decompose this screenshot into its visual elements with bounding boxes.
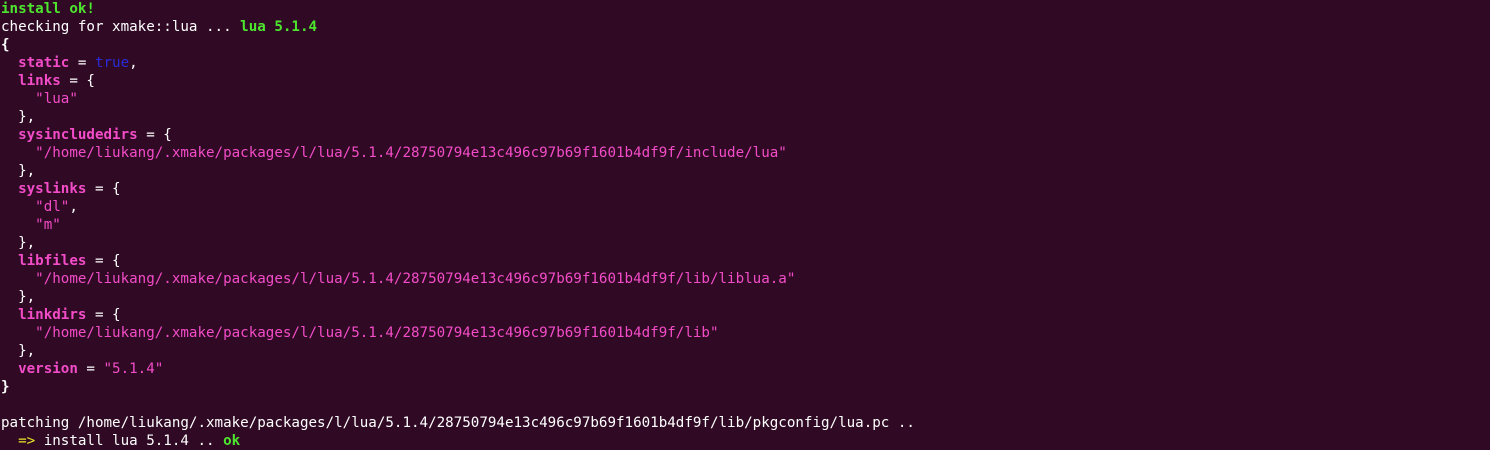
terminal-text-segment: }, <box>1 163 36 179</box>
terminal-text-segment: libfiles <box>18 253 87 269</box>
terminal-text-segment: checking for xmake::lua ... <box>1 19 241 35</box>
terminal-text-segment: = { <box>86 253 121 269</box>
terminal-line-linkdirs-path: "/home/liukang/.xmake/packages/l/lua/5.1… <box>1 324 1490 342</box>
terminal-text-segment: "5.1.4" <box>103 361 164 377</box>
terminal-line-libfiles-path: "/home/liukang/.xmake/packages/l/lua/5.1… <box>1 270 1490 288</box>
terminal-line-sysincludedirs: sysincludedirs = { <box>1 126 1490 144</box>
terminal-text-segment: } <box>1 379 10 395</box>
terminal-text-segment: lua 5.1.4 <box>240 19 318 35</box>
terminal-text-segment: = <box>77 361 104 377</box>
terminal-text-segment: , <box>129 55 138 71</box>
terminal-text-segment: "lua" <box>35 91 78 107</box>
terminal-line-syslinks-dl: "dl", <box>1 198 1490 216</box>
terminal-text-segment: linkdirs <box>18 307 87 323</box>
terminal-line-linkdirs: linkdirs = { <box>1 306 1490 324</box>
terminal-text-segment: }, <box>1 109 36 125</box>
terminal-text-segment: { <box>1 37 10 53</box>
terminal-line-links-close: }, <box>1 108 1490 126</box>
terminal-line-static: static = true, <box>1 54 1490 72</box>
terminal-line-version: version = "5.1.4" <box>1 360 1490 378</box>
terminal-line-libfiles-close: }, <box>1 288 1490 306</box>
terminal-line-links-lua: "lua" <box>1 90 1490 108</box>
terminal-line-syslinks-m: "m" <box>1 216 1490 234</box>
terminal-text-segment: true <box>94 55 130 71</box>
terminal-text-segment: install ok! <box>1 1 95 17</box>
terminal-text-segment: patching /home/liukang/.xmake/packages/l… <box>1 415 915 431</box>
terminal-text-segment: install lua 5.1.4 .. <box>35 433 224 449</box>
terminal-text-segment: = { <box>60 73 95 89</box>
terminal-line-close-brace: } <box>1 378 1490 396</box>
terminal-text-segment: version <box>18 361 78 377</box>
terminal-line-open-brace: { <box>1 36 1490 54</box>
terminal-text-segment: }, <box>1 343 36 359</box>
terminal-text-segment: }, <box>1 235 36 251</box>
terminal-text-segment: "dl" <box>35 199 70 215</box>
terminal-text-segment: = <box>69 55 95 71</box>
terminal-text-segment: ok <box>223 433 241 449</box>
terminal-text-segment: => <box>18 433 36 449</box>
terminal-line-syslinks: syslinks = { <box>1 180 1490 198</box>
terminal-text-segment: links <box>18 73 61 89</box>
terminal-text-segment: "/home/liukang/.xmake/packages/l/lua/5.1… <box>35 325 719 341</box>
terminal-text-segment: "/home/liukang/.xmake/packages/l/lua/5.1… <box>35 271 796 287</box>
terminal-text-segment: "m" <box>35 217 61 233</box>
terminal-text-segment: , <box>69 199 78 215</box>
terminal-line-install-result: => install lua 5.1.4 .. ok <box>1 432 1490 450</box>
terminal-text-segment: = { <box>86 181 121 197</box>
terminal-text-segment: sysincludedirs <box>18 127 138 143</box>
terminal-text-segment: static <box>18 55 70 71</box>
terminal-output[interactable]: install ok! checking for xmake::lua ... l… <box>0 0 1490 450</box>
terminal-text-segment: "/home/liukang/.xmake/packages/l/lua/5.1… <box>35 145 787 161</box>
terminal-line-install-ok: install ok! <box>1 0 1490 18</box>
terminal-line-sysincludedirs-path: "/home/liukang/.xmake/packages/l/lua/5.1… <box>1 144 1490 162</box>
terminal-line-syslinks-close: }, <box>1 234 1490 252</box>
terminal-line-checking: checking for xmake::lua ... lua 5.1.4 <box>1 18 1490 36</box>
terminal-line-sysincludedirs-close: }, <box>1 162 1490 180</box>
terminal-text-segment: }, <box>1 289 36 305</box>
terminal-text-segment: syslinks <box>18 181 87 197</box>
terminal-line-linkdirs-close: }, <box>1 342 1490 360</box>
terminal-line-patching: patching /home/liukang/.xmake/packages/l… <box>1 414 1490 432</box>
terminal-text-segment: = { <box>86 307 121 323</box>
terminal-line-links: links = { <box>1 72 1490 90</box>
terminal-line-libfiles: libfiles = { <box>1 252 1490 270</box>
terminal-text-segment: = { <box>137 127 172 143</box>
